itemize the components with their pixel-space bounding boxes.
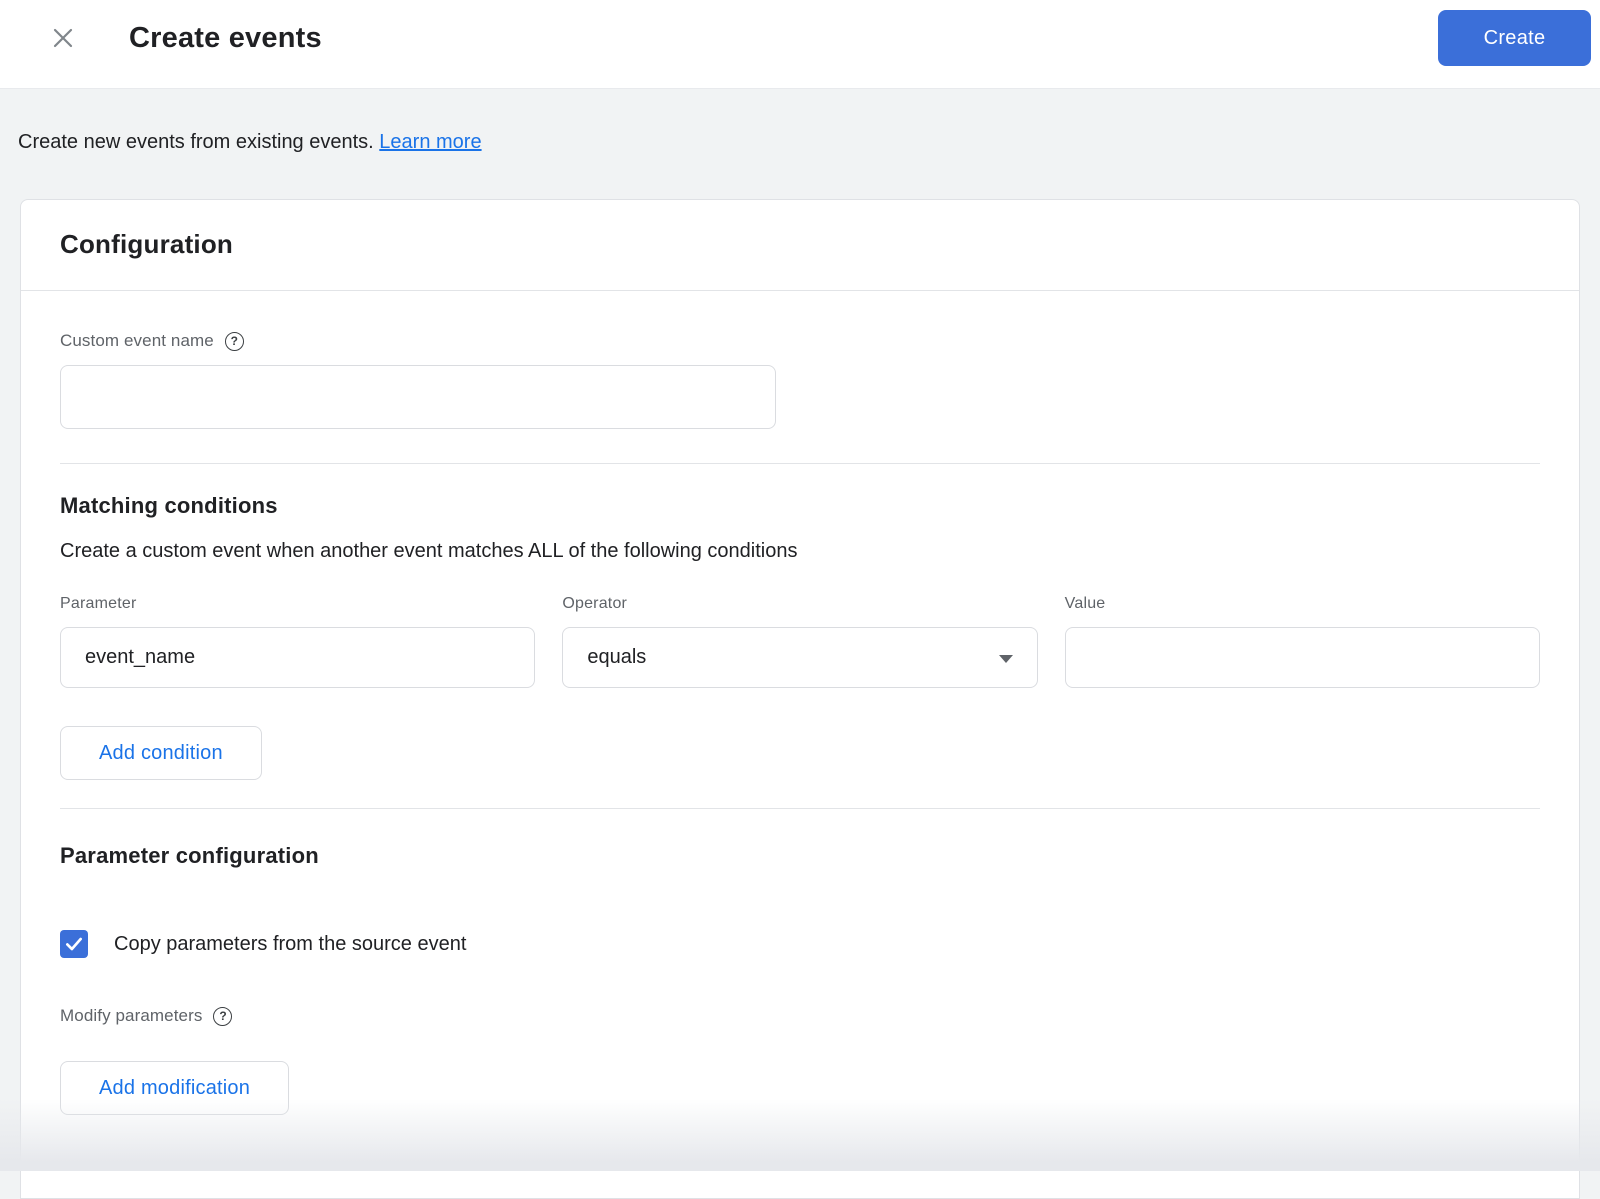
value-label: Value <box>1064 595 1106 612</box>
card-title: Configuration <box>60 229 234 259</box>
parameter-label: Parameter <box>60 595 137 612</box>
condition-row: Parameter event_name Operator equals Val… <box>60 595 1540 688</box>
help-icon[interactable]: ? <box>224 331 244 351</box>
custom-event-name-label-row: Custom event name ? <box>60 331 1540 351</box>
divider <box>60 463 1540 464</box>
value-input[interactable] <box>1064 627 1540 688</box>
divider <box>21 290 1579 291</box>
add-modification-button[interactable]: Add modification <box>60 1061 290 1115</box>
operator-value: equals <box>587 646 647 668</box>
copy-parameters-checkbox[interactable] <box>60 930 88 958</box>
parameter-select[interactable]: event_name <box>60 627 536 688</box>
copy-parameters-label: Copy parameters from the source event <box>114 932 467 955</box>
checkmark-icon <box>66 937 82 951</box>
modify-parameters-label-row: Modify parameters ? <box>60 1006 1540 1026</box>
matching-conditions-title: Matching conditions <box>60 493 278 518</box>
operator-label: Operator <box>562 595 628 612</box>
card-header: Configuration <box>21 200 1579 290</box>
divider <box>60 808 1540 809</box>
page-title: Create events <box>129 21 322 54</box>
close-icon[interactable] <box>52 27 74 49</box>
custom-event-name-label: Custom event name <box>60 331 214 350</box>
custom-event-name-input[interactable] <box>60 365 776 429</box>
matching-conditions-description: Create a custom event when another event… <box>60 540 798 562</box>
learn-more-link[interactable]: Learn more <box>379 131 481 153</box>
configuration-card: Configuration Custom event name ? Matchi… <box>20 199 1580 1199</box>
chevron-down-icon <box>998 654 1013 663</box>
create-button[interactable]: Create <box>1438 10 1591 66</box>
help-icon[interactable]: ? <box>213 1006 233 1026</box>
close-icon-glyph <box>53 28 73 48</box>
intro-sentence: Create new events from existing events. <box>18 131 374 153</box>
parameter-configuration-title: Parameter configuration <box>60 843 319 868</box>
operator-select[interactable]: equals <box>562 627 1038 688</box>
intro-text: Create new events from existing events. … <box>0 89 1600 154</box>
modify-parameters-label: Modify parameters <box>60 1006 203 1025</box>
top-app-bar: Create events Create <box>0 0 1600 89</box>
operator-column: Operator equals <box>562 595 1038 688</box>
value-column: Value <box>1064 595 1540 688</box>
add-condition-button[interactable]: Add condition <box>60 726 262 780</box>
parameter-column: Parameter event_name <box>60 595 536 688</box>
copy-parameters-checkbox-row[interactable]: Copy parameters from the source event <box>60 930 1540 958</box>
parameter-value: event_name <box>85 646 196 668</box>
card-body: Custom event name ? Matching conditions … <box>21 331 1579 1115</box>
